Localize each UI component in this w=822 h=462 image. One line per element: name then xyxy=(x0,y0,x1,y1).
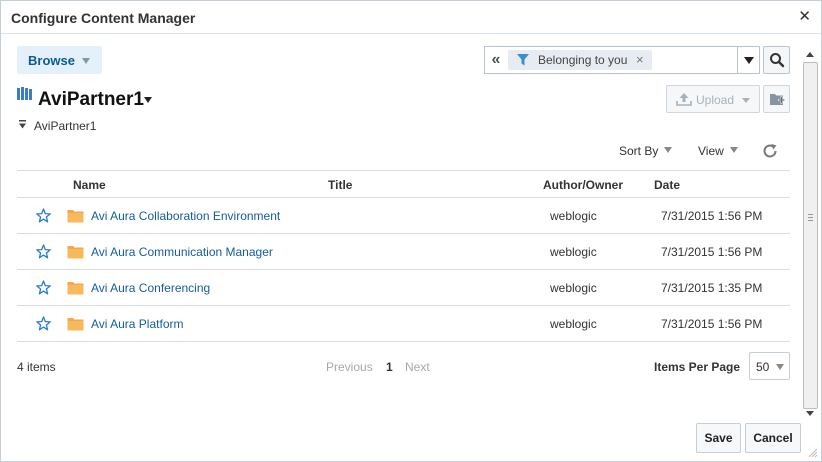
favorite-star-icon[interactable] xyxy=(36,208,51,223)
view-menu[interactable]: View xyxy=(698,144,738,158)
filter-chip-label: Belonging to you xyxy=(538,53,628,67)
item-date: 7/31/2015 1:56 PM xyxy=(661,245,763,259)
column-header-title[interactable]: Title xyxy=(328,178,352,192)
item-owner: weblogic xyxy=(550,209,597,223)
browse-menu-button[interactable]: Browse xyxy=(17,46,102,74)
table-row[interactable]: Avi Aura Conferencing weblogic 7/31/2015… xyxy=(17,270,790,306)
breadcrumb-drop-icon[interactable] xyxy=(18,120,27,129)
vertical-scrollbar[interactable] xyxy=(803,49,818,422)
item-name-link[interactable]: Avi Aura Collaboration Environment xyxy=(91,209,280,223)
scroll-up-icon[interactable] xyxy=(806,52,814,57)
filter-search-field[interactable]: « Belonging to you × xyxy=(484,46,760,74)
column-header-author[interactable]: Author/Owner xyxy=(543,178,623,192)
sort-by-label: Sort By xyxy=(619,144,659,158)
cancel-button[interactable]: Cancel xyxy=(745,423,801,453)
items-per-page-value: 50 xyxy=(756,360,770,374)
folder-icon xyxy=(67,318,84,331)
configure-content-manager-dialog: Configure Content Manager ✕ Browse « Bel… xyxy=(0,0,822,462)
search-icon xyxy=(770,53,785,68)
item-date: 7/31/2015 1:35 PM xyxy=(661,281,763,295)
item-name-link[interactable]: Avi Aura Platform xyxy=(91,317,183,331)
item-owner: weblogic xyxy=(550,245,597,259)
chevron-down-icon xyxy=(776,364,784,370)
item-date: 7/31/2015 1:56 PM xyxy=(661,209,763,223)
item-name-link[interactable]: Avi Aura Conferencing xyxy=(91,281,210,295)
column-header-date[interactable]: Date xyxy=(654,178,680,192)
favorite-star-icon[interactable] xyxy=(36,244,51,259)
refresh-icon[interactable] xyxy=(761,142,779,160)
collapse-filters-icon[interactable]: « xyxy=(485,47,507,73)
new-folder-icon xyxy=(770,94,785,105)
table-header: Name Title Author/Owner Date xyxy=(17,170,790,198)
item-date: 7/31/2015 1:56 PM xyxy=(661,317,763,331)
folder-icon xyxy=(67,246,84,259)
resize-grip-icon[interactable] xyxy=(807,447,818,458)
item-owner: weblogic xyxy=(550,317,597,331)
favorite-star-icon[interactable] xyxy=(36,280,51,295)
current-page-number[interactable]: 1 xyxy=(386,360,393,374)
next-page-link[interactable]: Next xyxy=(405,360,430,374)
breadcrumb: AviPartner1 xyxy=(34,119,97,133)
favorite-star-icon[interactable] xyxy=(36,316,51,331)
chevron-down-icon xyxy=(729,147,738,153)
save-button[interactable]: Save xyxy=(696,423,741,453)
column-header-name[interactable]: Name xyxy=(73,178,106,192)
scrollbar-thumb[interactable] xyxy=(803,62,818,409)
items-per-page-select[interactable]: 50 xyxy=(749,352,790,380)
new-folder-button[interactable] xyxy=(763,85,790,113)
table-row[interactable]: Avi Aura Communication Manager weblogic … xyxy=(17,234,790,270)
previous-page-link[interactable]: Previous xyxy=(326,360,373,374)
chevron-down-icon xyxy=(742,98,750,103)
chevron-down-icon xyxy=(664,147,673,153)
library-name[interactable]: AviPartner1 xyxy=(38,89,144,111)
dialog-title: Configure Content Manager xyxy=(11,10,196,26)
filter-dropdown-button[interactable] xyxy=(737,47,759,73)
folder-icon xyxy=(67,210,84,223)
filter-funnel-icon xyxy=(517,54,529,66)
browse-label: Browse xyxy=(28,53,75,68)
scroll-down-icon[interactable] xyxy=(806,411,814,416)
view-label: View xyxy=(698,144,724,158)
item-count: 4 items xyxy=(17,360,56,374)
upload-button[interactable]: Upload xyxy=(666,85,760,113)
search-button[interactable] xyxy=(763,46,790,74)
table-row[interactable]: Avi Aura Collaboration Environment weblo… xyxy=(17,198,790,234)
filter-chip: Belonging to you × xyxy=(508,50,652,70)
library-icon xyxy=(17,87,32,100)
sort-by-menu[interactable]: Sort By xyxy=(619,144,673,158)
items-per-page-label: Items Per Page xyxy=(654,360,741,374)
upload-label: Upload xyxy=(696,93,735,107)
item-owner: weblogic xyxy=(550,281,597,295)
grip-icon xyxy=(808,214,813,221)
folder-icon xyxy=(67,282,84,295)
chevron-down-icon xyxy=(82,58,90,64)
item-name-link[interactable]: Avi Aura Communication Manager xyxy=(91,245,273,259)
dialog-titlebar: Configure Content Manager ✕ xyxy=(1,1,821,34)
remove-filter-icon[interactable]: × xyxy=(636,52,644,67)
library-menu-chevron-icon[interactable] xyxy=(144,97,152,103)
upload-icon xyxy=(676,93,692,106)
close-icon[interactable]: ✕ xyxy=(798,9,811,25)
table-row[interactable]: Avi Aura Platform weblogic 7/31/2015 1:5… xyxy=(17,306,790,342)
